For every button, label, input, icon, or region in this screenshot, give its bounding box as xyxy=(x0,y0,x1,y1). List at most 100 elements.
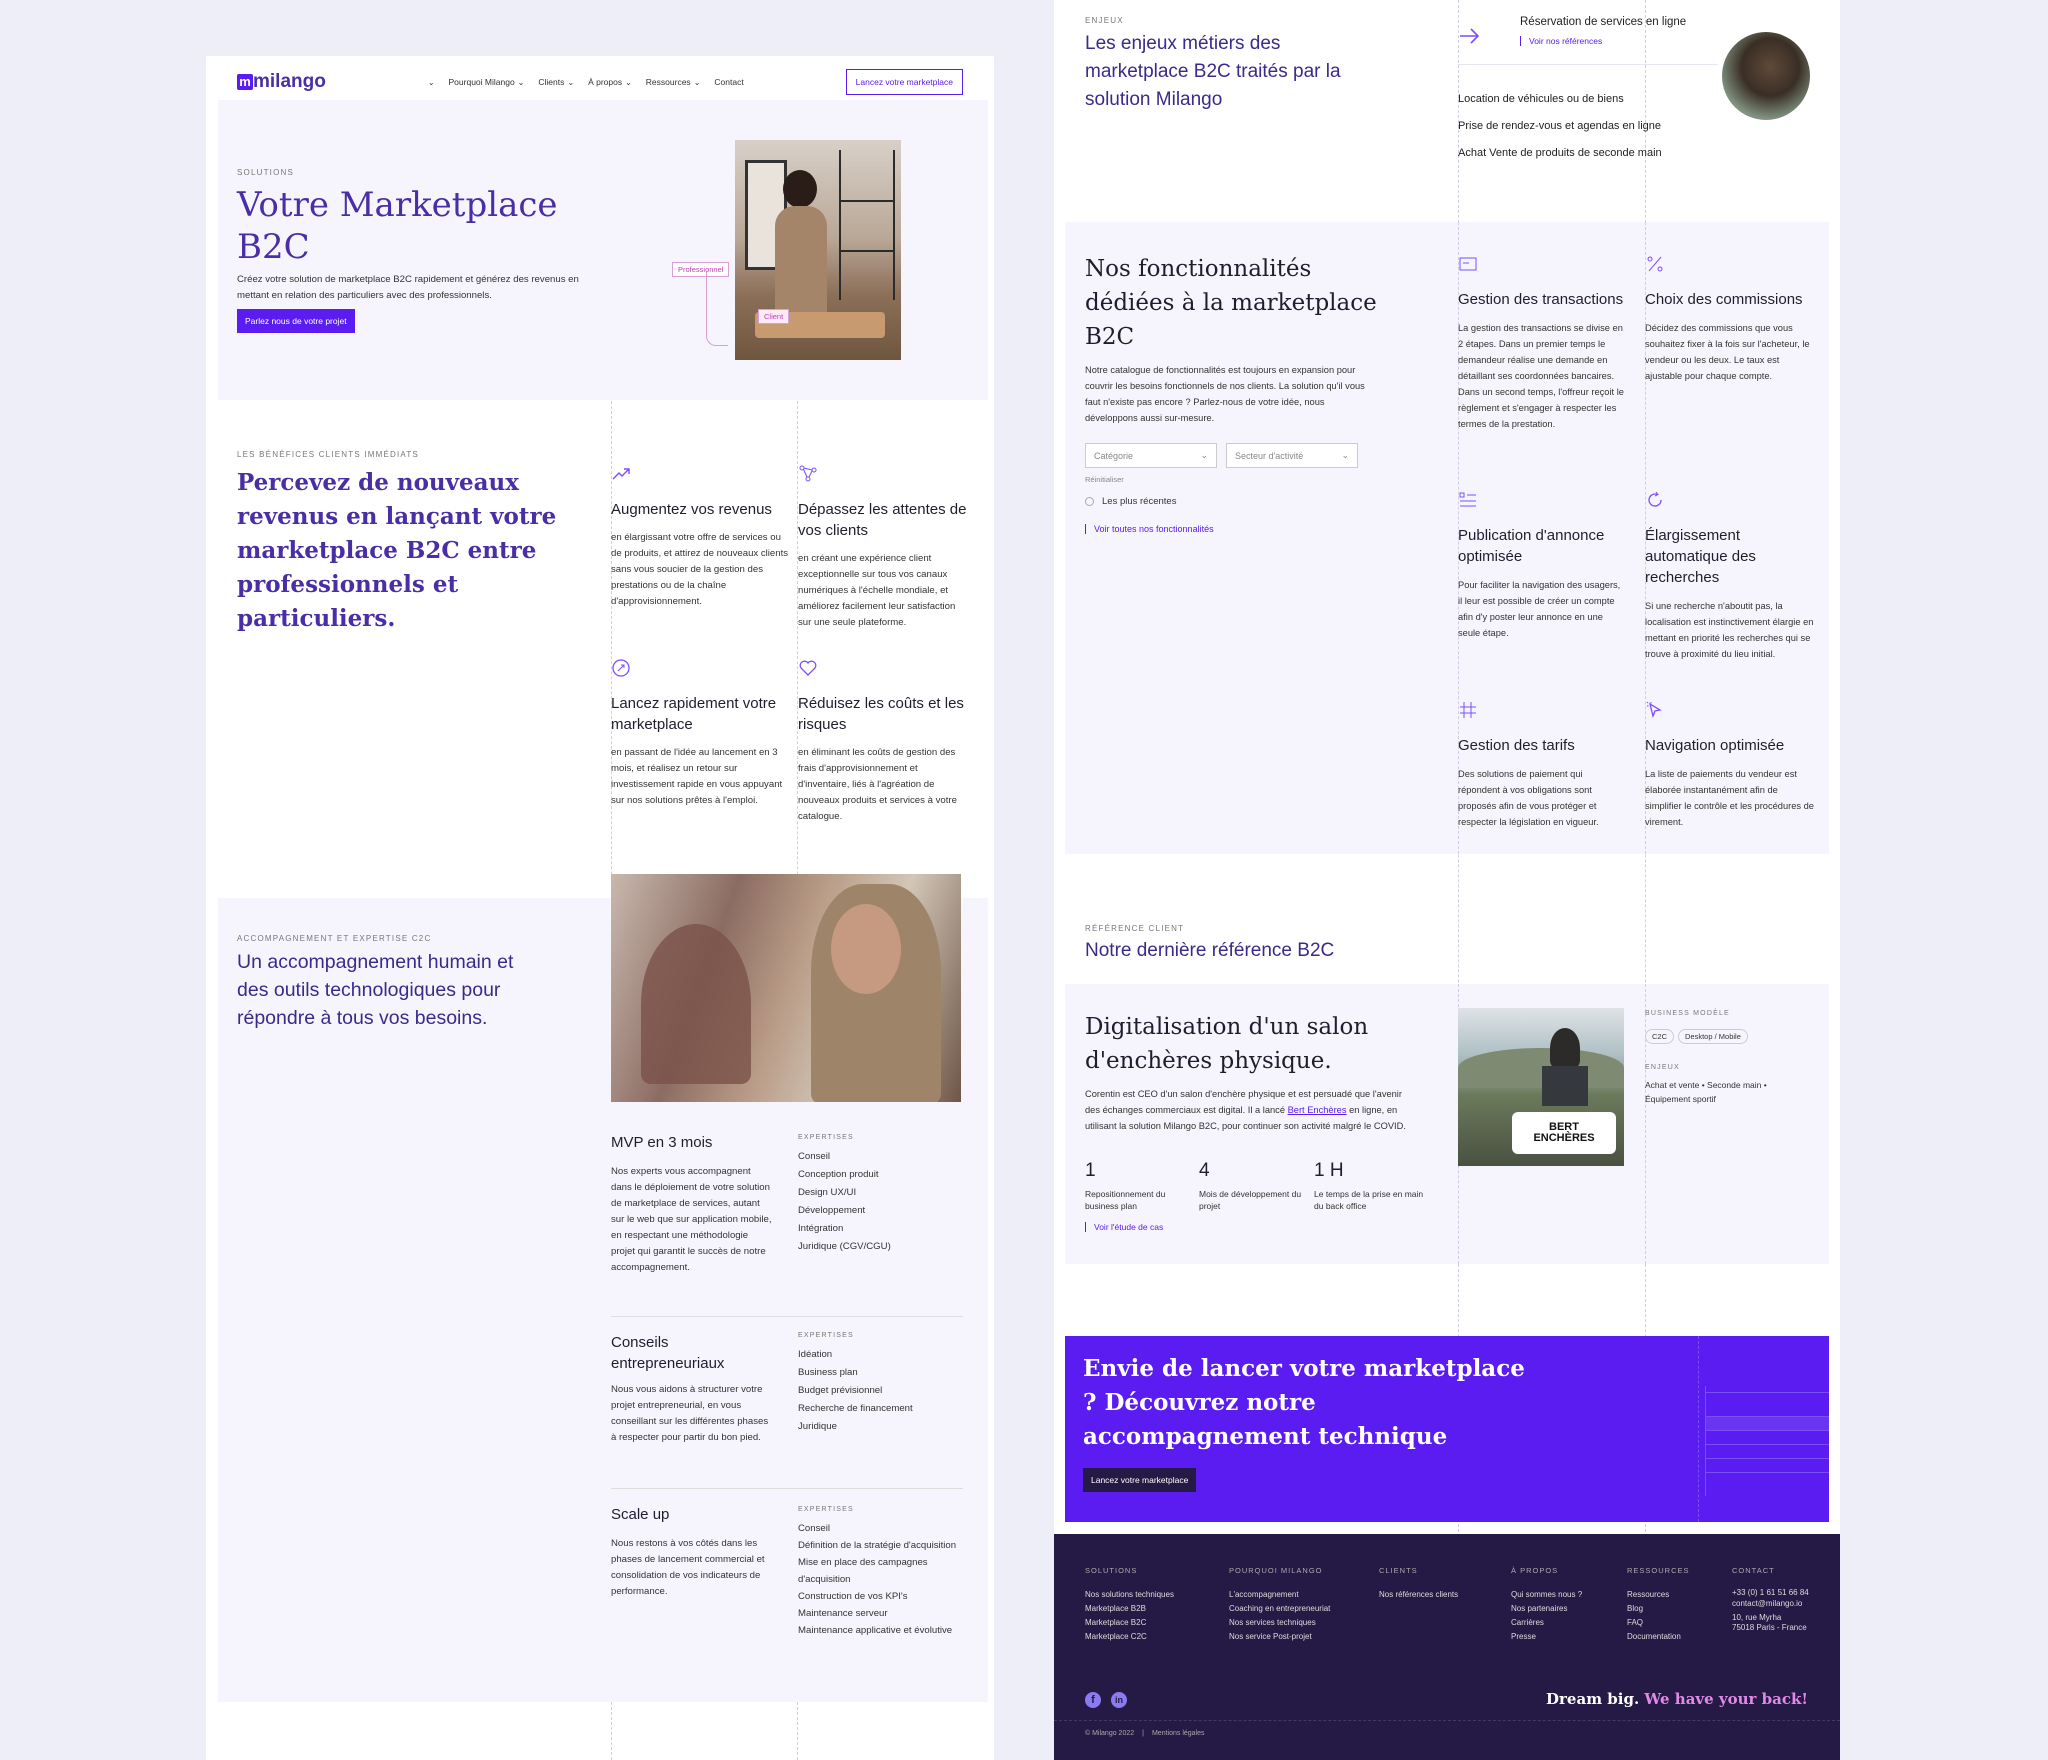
chip: Desktop / Mobile xyxy=(1678,1029,1748,1044)
case-inline-link[interactable]: Bert Enchères xyxy=(1288,1105,1347,1115)
footer-link[interactable]: Documentation xyxy=(1627,1630,1690,1644)
feature-text: Des solutions de paiement qui répondent … xyxy=(1458,769,1599,827)
benefit-text: en passant de l'idée au lancement en 3 m… xyxy=(611,747,783,806)
footer-link[interactable]: Nos service Post-projet xyxy=(1229,1630,1330,1644)
nav-expand-icon[interactable]: ⌄ xyxy=(428,77,435,87)
feature-title: Gestion des tarifs xyxy=(1458,737,1575,754)
chevron-down-icon: ⌄ xyxy=(517,77,525,87)
tag-client: Client xyxy=(758,309,790,324)
features-link[interactable]: Voir toutes nos fonctionnalités xyxy=(1085,524,1214,534)
arrow-right-icon xyxy=(1460,28,1480,44)
footer-address: 10, rue Myrha xyxy=(1732,1613,1782,1622)
reset-link[interactable]: Réinitialiser xyxy=(1085,475,1124,484)
percent-icon xyxy=(1647,256,1663,272)
linkedin-icon[interactable]: in xyxy=(1111,1692,1127,1708)
select-value: Catégorie xyxy=(1094,450,1134,461)
nav-item-apropos[interactable]: À propos ⌄ xyxy=(588,77,632,87)
footer-col-ressources: RESSOURCES Ressources Blog FAQ Documentatio… xyxy=(1627,1564,1690,1644)
social-icons: f in xyxy=(1085,1692,1127,1708)
category-select[interactable]: Catégorie ⌄ xyxy=(1085,443,1217,468)
legal-link[interactable]: Mentions légales xyxy=(1152,1730,1205,1737)
copyright: © Milango 2022 xyxy=(1085,1730,1135,1737)
footer-link[interactable]: Marketplace B2B xyxy=(1085,1602,1174,1616)
radio-label: Les plus récentes xyxy=(1102,496,1177,507)
footer-link[interactable]: Ressources xyxy=(1627,1588,1690,1602)
sector-select[interactable]: Secteur d'activité ⌄ xyxy=(1226,443,1358,468)
footer-slogan: Dream big. We have your back! xyxy=(1546,1690,1808,1708)
left-page: m milango ⌄ Pourquoi Milango ⌄ Clients ⌄ À … xyxy=(206,56,994,1760)
radio-icon xyxy=(1085,497,1094,506)
grid-icon xyxy=(1460,702,1476,718)
footer-address: 75018 Paris - France xyxy=(1732,1623,1807,1632)
stat-label: Mois de développement du projet xyxy=(1199,1189,1302,1211)
nav-item-clients[interactable]: Clients ⌄ xyxy=(538,77,574,87)
benefit-title: Lancez rapidement votre marketplace xyxy=(611,695,777,733)
footer-link[interactable]: FAQ xyxy=(1627,1616,1690,1630)
footer-link[interactable]: Nos services techniques xyxy=(1229,1616,1330,1630)
chevron-down-icon: ⌄ xyxy=(625,77,632,87)
stat-label: Repositionnement du business plan xyxy=(1085,1189,1166,1211)
feature-text: La liste de paiements du vendeur est éla… xyxy=(1645,769,1814,827)
footer-divider xyxy=(1054,1720,1840,1721)
footer-link[interactable]: Carrières xyxy=(1511,1616,1582,1630)
footer-link[interactable]: Nos solutions techniques xyxy=(1085,1588,1174,1602)
chevron-down-icon: ⌄ xyxy=(1341,450,1349,460)
divider xyxy=(1458,64,1718,65)
benefit-text: en élargissant votre offre de services o… xyxy=(611,532,789,607)
facebook-icon[interactable]: f xyxy=(1085,1692,1101,1708)
stat-number: 1 H xyxy=(1314,1160,1344,1181)
enjeux-item: Achat Vente de produits de seconde main xyxy=(1458,147,1662,159)
footer-link[interactable]: Coaching en entrepreneuriat xyxy=(1229,1602,1330,1616)
select-value: Secteur d'activité xyxy=(1235,450,1304,461)
feature-item: Publication d'annonce optimisée Pour fac… xyxy=(1458,490,1626,641)
footer-link[interactable]: Nos partenaires xyxy=(1511,1602,1582,1616)
case-image: BERT ENCHÈRES xyxy=(1458,1008,1624,1166)
business-model-label: BUSINESS MODÈLE xyxy=(1645,1010,1730,1017)
network-icon xyxy=(799,465,817,482)
hero-image xyxy=(735,140,901,360)
logo[interactable]: m milango xyxy=(237,71,326,93)
list-icon xyxy=(1459,492,1476,507)
expertise-text: Nous vous aidons à structurer votre proj… xyxy=(611,1384,769,1443)
footer-phone[interactable]: +33 (0) 1 61 51 66 84 xyxy=(1732,1588,1809,1598)
footer-email[interactable]: contact@milango.io xyxy=(1732,1598,1809,1609)
footer-link[interactable]: Nos références clients xyxy=(1379,1588,1458,1602)
footer-link[interactable]: Marketplace B2C xyxy=(1085,1616,1174,1630)
footer-col-contact: CONTACT +33 (0) 1 61 51 66 84 contact@mil… xyxy=(1732,1566,1809,1632)
features-text: Notre catalogue de fonctionnalités est t… xyxy=(1085,365,1365,423)
logo-mark: m xyxy=(237,74,253,90)
enjeux-avatar xyxy=(1722,32,1810,120)
nav-item-ressources[interactable]: Ressources ⌄ xyxy=(646,77,701,87)
hero-text: Créez votre solution de marketplace B2C … xyxy=(237,274,579,301)
benefit-item: Lancez rapidement votre marketplace en p… xyxy=(611,658,791,809)
case-text: Corentin est CEO d'un salon d'enchère ph… xyxy=(1085,1086,1415,1134)
feature-item: Choix des commissions Décidez des commis… xyxy=(1645,254,1817,384)
nav-item-contact[interactable]: Contact xyxy=(714,77,743,87)
cta-banner-button[interactable]: Lancez votre marketplace xyxy=(1083,1468,1197,1492)
benefit-item: Réduisez les coûts et les risques en éli… xyxy=(798,658,968,825)
nav-item-pourquoi[interactable]: Pourquoi Milango ⌄ xyxy=(449,77,525,87)
top-nav: m milango ⌄ Pourquoi Milango ⌄ Clients ⌄ À … xyxy=(237,66,963,98)
bert-encheres-logo: BERT ENCHÈRES xyxy=(1512,1112,1616,1154)
enjeux-title: Les enjeux métiers des marketplace B2C t… xyxy=(1085,33,1341,110)
radio-recent[interactable]: Les plus récentes xyxy=(1085,496,1176,507)
enjeux-link[interactable]: Voir nos références xyxy=(1520,36,1602,46)
footer-link[interactable]: L'accompagnement xyxy=(1229,1588,1330,1602)
reference-eyebrow: RÉFÉRENCE CLIENT xyxy=(1085,924,1185,933)
reference-title: Notre dernière référence B2C xyxy=(1085,940,1335,961)
benefit-title: Augmentez vos revenus xyxy=(611,501,772,518)
footer-link[interactable]: Marketplace C2C xyxy=(1085,1630,1174,1644)
footer-link[interactable]: Qui sommes nous ? xyxy=(1511,1588,1582,1602)
expertise-title: MVP en 3 mois xyxy=(611,1134,713,1151)
rocket-icon xyxy=(612,659,630,677)
case-study-link[interactable]: Voir l'étude de cas xyxy=(1085,1222,1163,1232)
nav-cta-button[interactable]: Lancez votre marketplace xyxy=(845,69,963,95)
footer: SOLUTIONS Nos solutions techniques Market… xyxy=(1054,1534,1840,1760)
hero-cta-button[interactable]: Parlez nous de votre projet xyxy=(237,309,355,333)
benefits-eyebrow: LES BÉNÉFICES CLIENTS IMMÉDIATS xyxy=(237,450,419,459)
divider xyxy=(611,1488,963,1489)
benefits-title: Percevez de nouveaux revenus en lançant … xyxy=(237,469,557,632)
footer-link[interactable]: Presse xyxy=(1511,1630,1582,1644)
footer-link[interactable]: Blog xyxy=(1627,1602,1690,1616)
benefit-title: Réduisez les coûts et les risques xyxy=(798,695,964,733)
